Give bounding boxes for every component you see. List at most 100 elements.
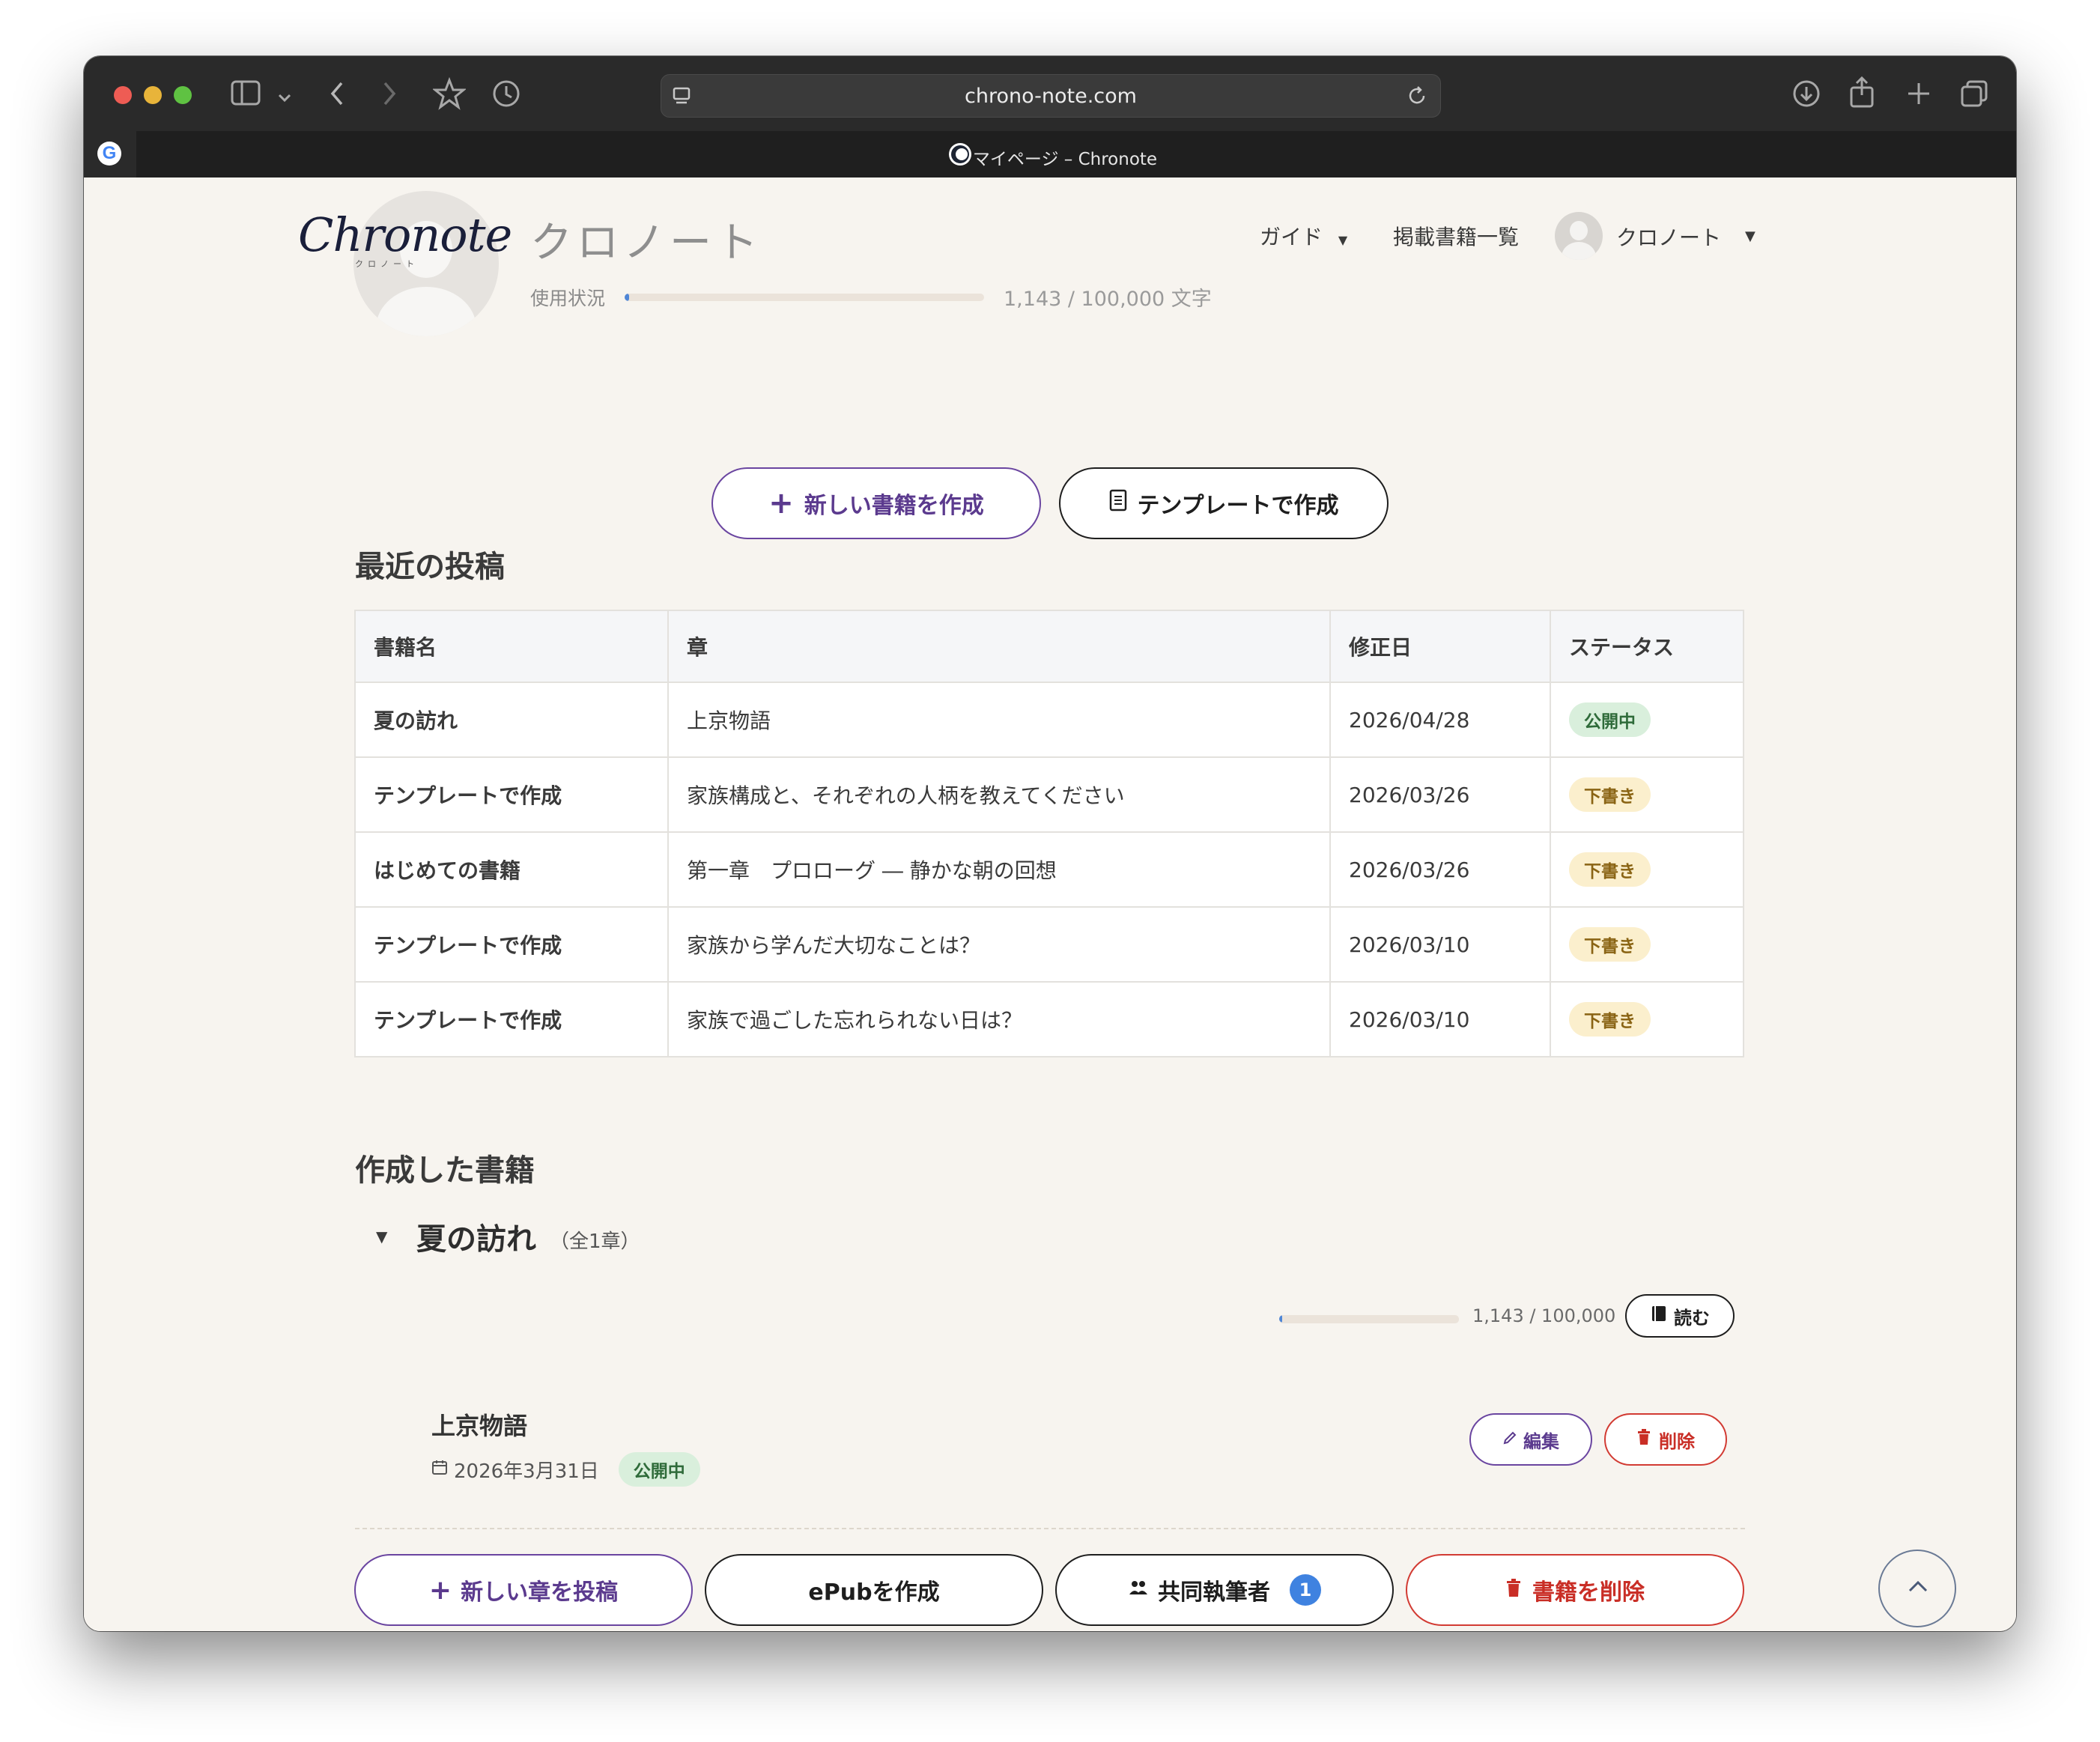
recent-posts-heading: 最近の投稿 [355, 550, 505, 584]
delete-book-button[interactable]: 書籍を削除 [1406, 1554, 1744, 1626]
chevron-up-icon [1907, 1578, 1929, 1597]
book-progress-fill [1279, 1315, 1282, 1323]
usage-text: 1,143 / 100,000 文字 [1004, 288, 1212, 311]
book-progress-bar-track [1279, 1315, 1459, 1323]
tab-title: マイページ – Chronote [972, 150, 1158, 169]
nav-guide[interactable]: ガイド ▼ [1260, 221, 1347, 251]
cell-status: 下書き [1550, 831, 1744, 908]
cell-chapter[interactable]: 家族から学んだ大切なことは？ [667, 906, 1331, 983]
delete-chapter-button[interactable]: 削除 [1604, 1413, 1727, 1466]
cell-date: 2026/03/10 [1329, 981, 1551, 1057]
status-badge: 公開中 [1569, 702, 1651, 737]
cell-book[interactable]: テンプレートで作成 [354, 906, 669, 983]
reload-icon[interactable] [1406, 85, 1428, 110]
new-tab-icon[interactable] [1904, 79, 1934, 113]
template-create-label: テンプレートで作成 [1137, 493, 1339, 519]
tab-bar: G マイページ – Chronote [84, 131, 2016, 177]
column-header-date: 修正日 [1329, 610, 1551, 683]
scroll-top-button[interactable] [1878, 1550, 1956, 1627]
new-chapter-button[interactable]: + 新しい章を投稿 [354, 1554, 693, 1626]
user-menu-label: クロノート [1616, 225, 1722, 250]
usage-progress-bar [625, 294, 984, 301]
cell-book[interactable]: 夏の訪れ [354, 682, 669, 758]
download-icon[interactable] [1791, 79, 1821, 113]
coauthors-button[interactable]: 共同執筆者 1 [1055, 1554, 1394, 1626]
table-header-row: 書籍名 章 修正日 ステータス [354, 610, 1744, 683]
read-button[interactable]: 読む [1625, 1294, 1735, 1338]
browser-toolbar: chrono-note.com [84, 56, 2016, 131]
cell-status: 公開中 [1550, 682, 1744, 758]
chapter-title[interactable]: 上京物語 [431, 1407, 527, 1442]
book-title[interactable]: 夏の訪れ [416, 1215, 536, 1258]
trash-icon [1505, 1577, 1522, 1603]
cell-date: 2026/03/26 [1329, 756, 1551, 833]
plus-icon: + [768, 486, 794, 521]
cell-book[interactable]: テンプレートで作成 [354, 756, 669, 833]
cell-date: 2026/03/10 [1329, 906, 1551, 983]
edit-chapter-button[interactable]: 編集 [1469, 1413, 1592, 1466]
epub-button[interactable]: ePubを作成 [705, 1554, 1043, 1626]
cell-chapter[interactable]: 第一章 プロローグ ― 静かな朝の回想 [667, 831, 1331, 908]
active-tab[interactable]: マイページ – Chronote [84, 145, 2016, 170]
book-toggle-triangle-icon[interactable]: ▼ [376, 1227, 387, 1245]
cell-status: 下書き [1550, 981, 1744, 1057]
share-icon[interactable] [1848, 76, 1875, 113]
calendar-icon [431, 1458, 448, 1481]
pencil-icon [1502, 1429, 1517, 1450]
new-book-button[interactable]: + 新しい書籍を作成 [711, 467, 1041, 539]
minimize-window-button[interactable] [144, 86, 162, 104]
nav-guide-label: ガイド [1260, 225, 1323, 249]
table-row[interactable]: はじめての書籍 第一章 プロローグ ― 静かな朝の回想 2026/03/26 下… [354, 831, 1744, 908]
table-row[interactable]: テンプレートで作成 家族構成と、それぞれの人柄を教えてください 2026/03/… [354, 756, 1744, 833]
caret-down-icon: ▼ [1338, 233, 1348, 247]
book-progress-text: 1,143 / 100,000 [1472, 1305, 1616, 1326]
recent-posts-table: 書籍名 章 修正日 ステータス 夏の訪れ 上京物語 2026/04/28 公開中… [354, 610, 1744, 1057]
chapter-date: 2026年3月31日 [454, 1460, 599, 1483]
template-create-button[interactable]: テンプレートで作成 [1059, 467, 1389, 539]
document-icon [1108, 489, 1128, 518]
cell-chapter[interactable]: 家族で過ごした忘れられない日は？ [667, 981, 1331, 1057]
status-badge: 下書き [1569, 1002, 1651, 1037]
user-avatar [1555, 212, 1603, 260]
close-window-button[interactable] [114, 86, 132, 104]
status-badge: 下書き [1569, 852, 1651, 887]
tab-overview-icon[interactable] [1959, 79, 1989, 113]
plus-icon: + [428, 1574, 452, 1606]
coauthor-count-badge: 1 [1290, 1574, 1321, 1606]
coauthors-label: 共同執筆者 [1158, 1579, 1270, 1606]
cell-chapter[interactable]: 上京物語 [667, 682, 1331, 758]
back-icon[interactable] [328, 79, 346, 113]
forward-icon[interactable] [380, 79, 398, 113]
cell-book[interactable]: テンプレートで作成 [354, 981, 669, 1057]
address-bar[interactable]: chrono-note.com [661, 74, 1441, 118]
book-chapter-count: （全1章） [550, 1230, 640, 1253]
chevron-down-icon[interactable] [277, 83, 292, 112]
new-chapter-label: 新しい章を投稿 [461, 1579, 619, 1606]
read-label: 読む [1674, 1307, 1710, 1329]
delete-book-label: 書籍を削除 [1532, 1579, 1645, 1606]
browser-window: chrono-note.com G マイページ – Chronote Chron… [84, 56, 2016, 1631]
column-header-book: 書籍名 [354, 610, 669, 683]
cell-chapter[interactable]: 家族構成と、それぞれの人柄を教えてください [667, 756, 1331, 833]
epub-label: ePubを作成 [808, 1579, 940, 1606]
table-row[interactable]: テンプレートで作成 家族で過ごした忘れられない日は？ 2026/03/10 下書… [354, 981, 1744, 1057]
cell-book[interactable]: はじめての書籍 [354, 831, 669, 908]
history-icon[interactable] [491, 79, 521, 113]
column-header-chapter: 章 [667, 610, 1331, 683]
nav-books-list[interactable]: 掲載書籍一覧 [1393, 221, 1519, 251]
table-row[interactable]: 夏の訪れ 上京物語 2026/04/28 公開中 [354, 682, 1744, 758]
sidebar-icon[interactable] [231, 80, 261, 110]
usage-label: 使用状況 [530, 288, 606, 309]
zoom-window-button[interactable] [174, 86, 192, 104]
logo[interactable]: Chronote クロノート [298, 207, 512, 270]
trash-icon [1636, 1429, 1651, 1450]
divider [355, 1528, 1745, 1529]
status-badge: 下書き [1569, 927, 1651, 962]
page-content: Chronote クロノート クロノート 使用状況 1,143 / 100,00… [84, 177, 2016, 1631]
star-icon[interactable] [431, 76, 467, 115]
table-row[interactable]: テンプレートで作成 家族から学んだ大切なことは？ 2026/03/10 下書き [354, 906, 1744, 983]
status-badge: 公開中 [618, 1452, 700, 1487]
logo-text: Chronote [298, 207, 512, 262]
status-badge: 下書き [1569, 777, 1651, 812]
username-heading: クロノート [530, 219, 762, 267]
